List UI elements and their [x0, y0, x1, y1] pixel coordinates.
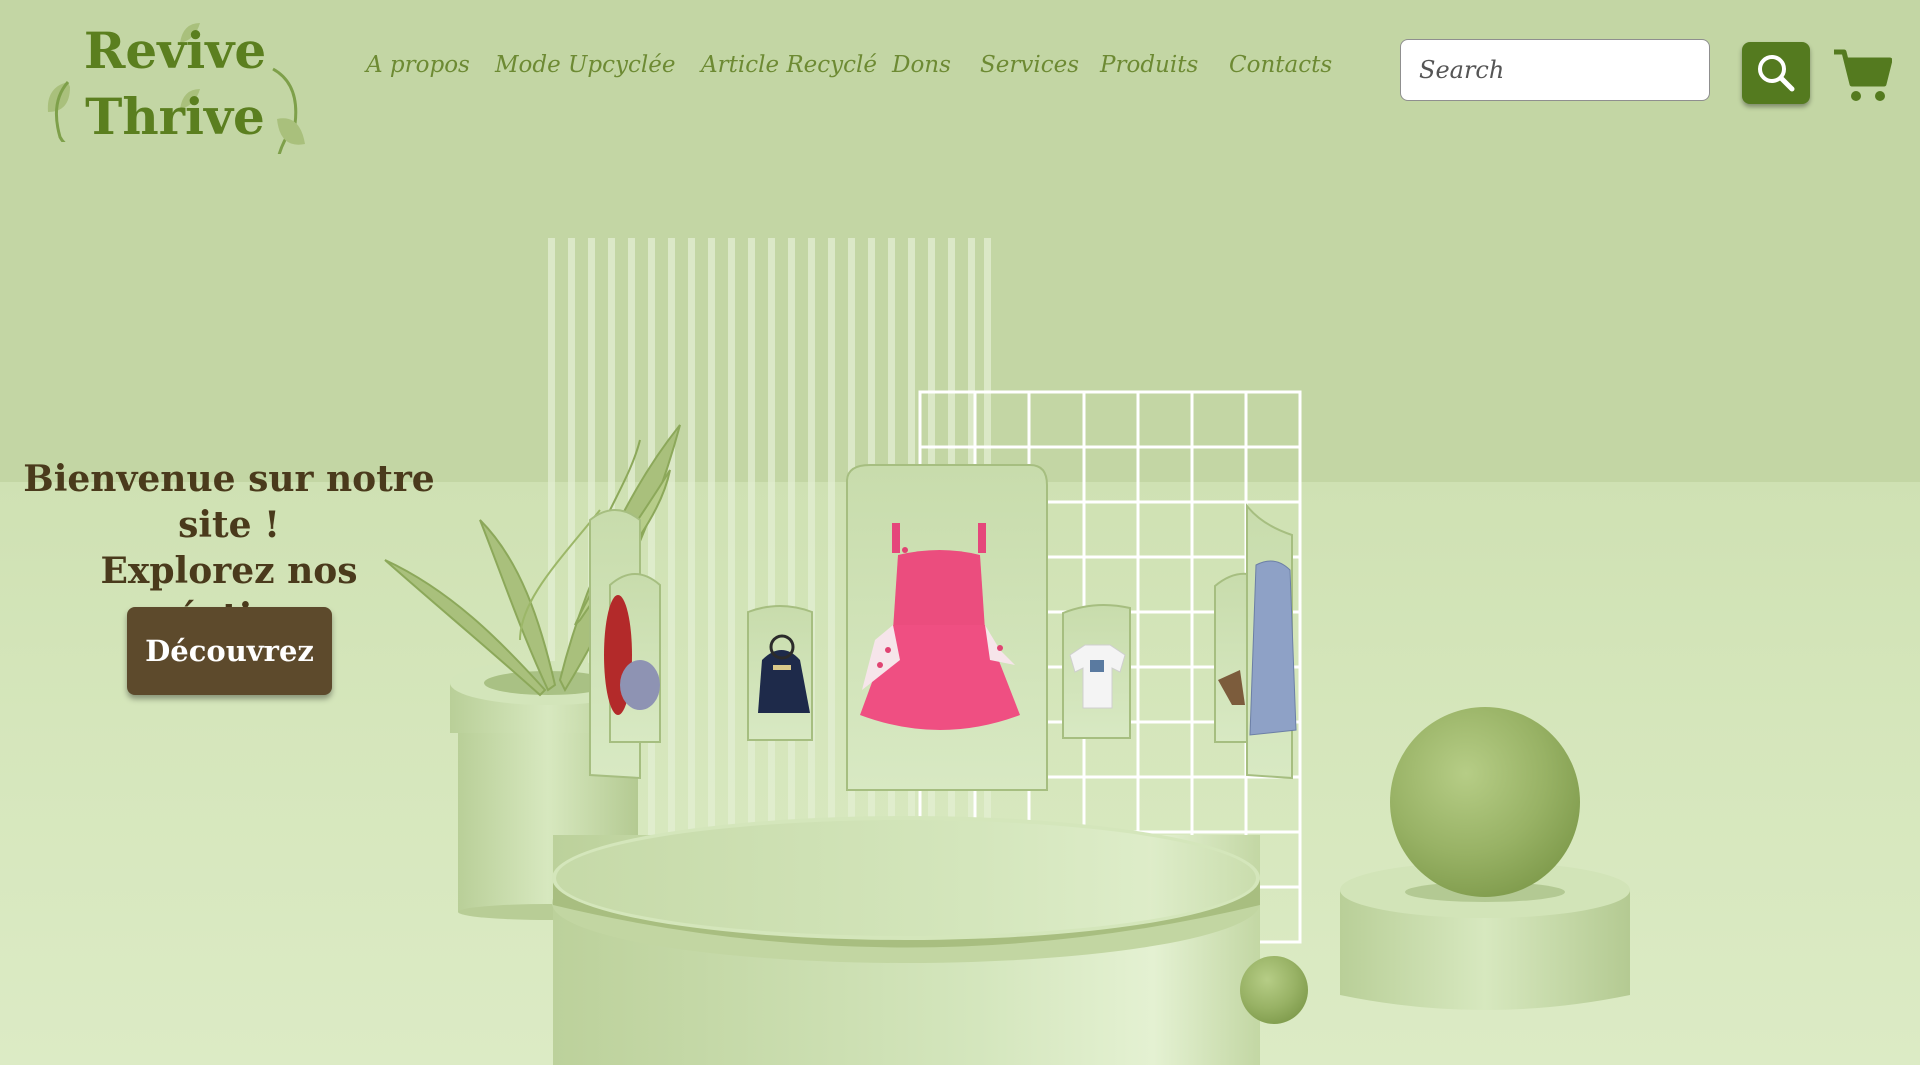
- nav-item-produits[interactable]: Produits: [1100, 52, 1198, 78]
- cart-icon: [1834, 49, 1893, 101]
- hero-title-line-2: Explorez nos: [100, 550, 358, 592]
- nav-item-article-recycle[interactable]: Article Recyclé: [701, 52, 877, 78]
- search-icon: [1758, 55, 1795, 92]
- nav-item-dons[interactable]: Dons: [892, 52, 951, 78]
- discover-button[interactable]: Découvrez: [127, 607, 332, 695]
- search-field: [1400, 39, 1711, 101]
- search-input[interactable]: [1417, 40, 1711, 100]
- main-podium: [552, 816, 1260, 1065]
- site-logo[interactable]: Revive Thrive: [40, 14, 310, 154]
- logo-line-1: Revive: [83, 21, 267, 80]
- nav-item-a-propos[interactable]: A propos: [366, 52, 470, 78]
- nav-item-mode-upcyclee[interactable]: Mode Upcyclée: [495, 52, 676, 78]
- logo-line-2: Thrive: [85, 87, 265, 146]
- search-button[interactable]: [1742, 42, 1810, 104]
- hero-title-line-1: Bienvenue sur notre site !: [23, 458, 435, 546]
- nav-item-services[interactable]: Services: [980, 52, 1079, 78]
- small-sphere: [1240, 956, 1308, 1024]
- nav-item-contacts[interactable]: Contacts: [1229, 52, 1332, 78]
- cart-button[interactable]: [1832, 46, 1893, 106]
- large-sphere: [1390, 707, 1580, 897]
